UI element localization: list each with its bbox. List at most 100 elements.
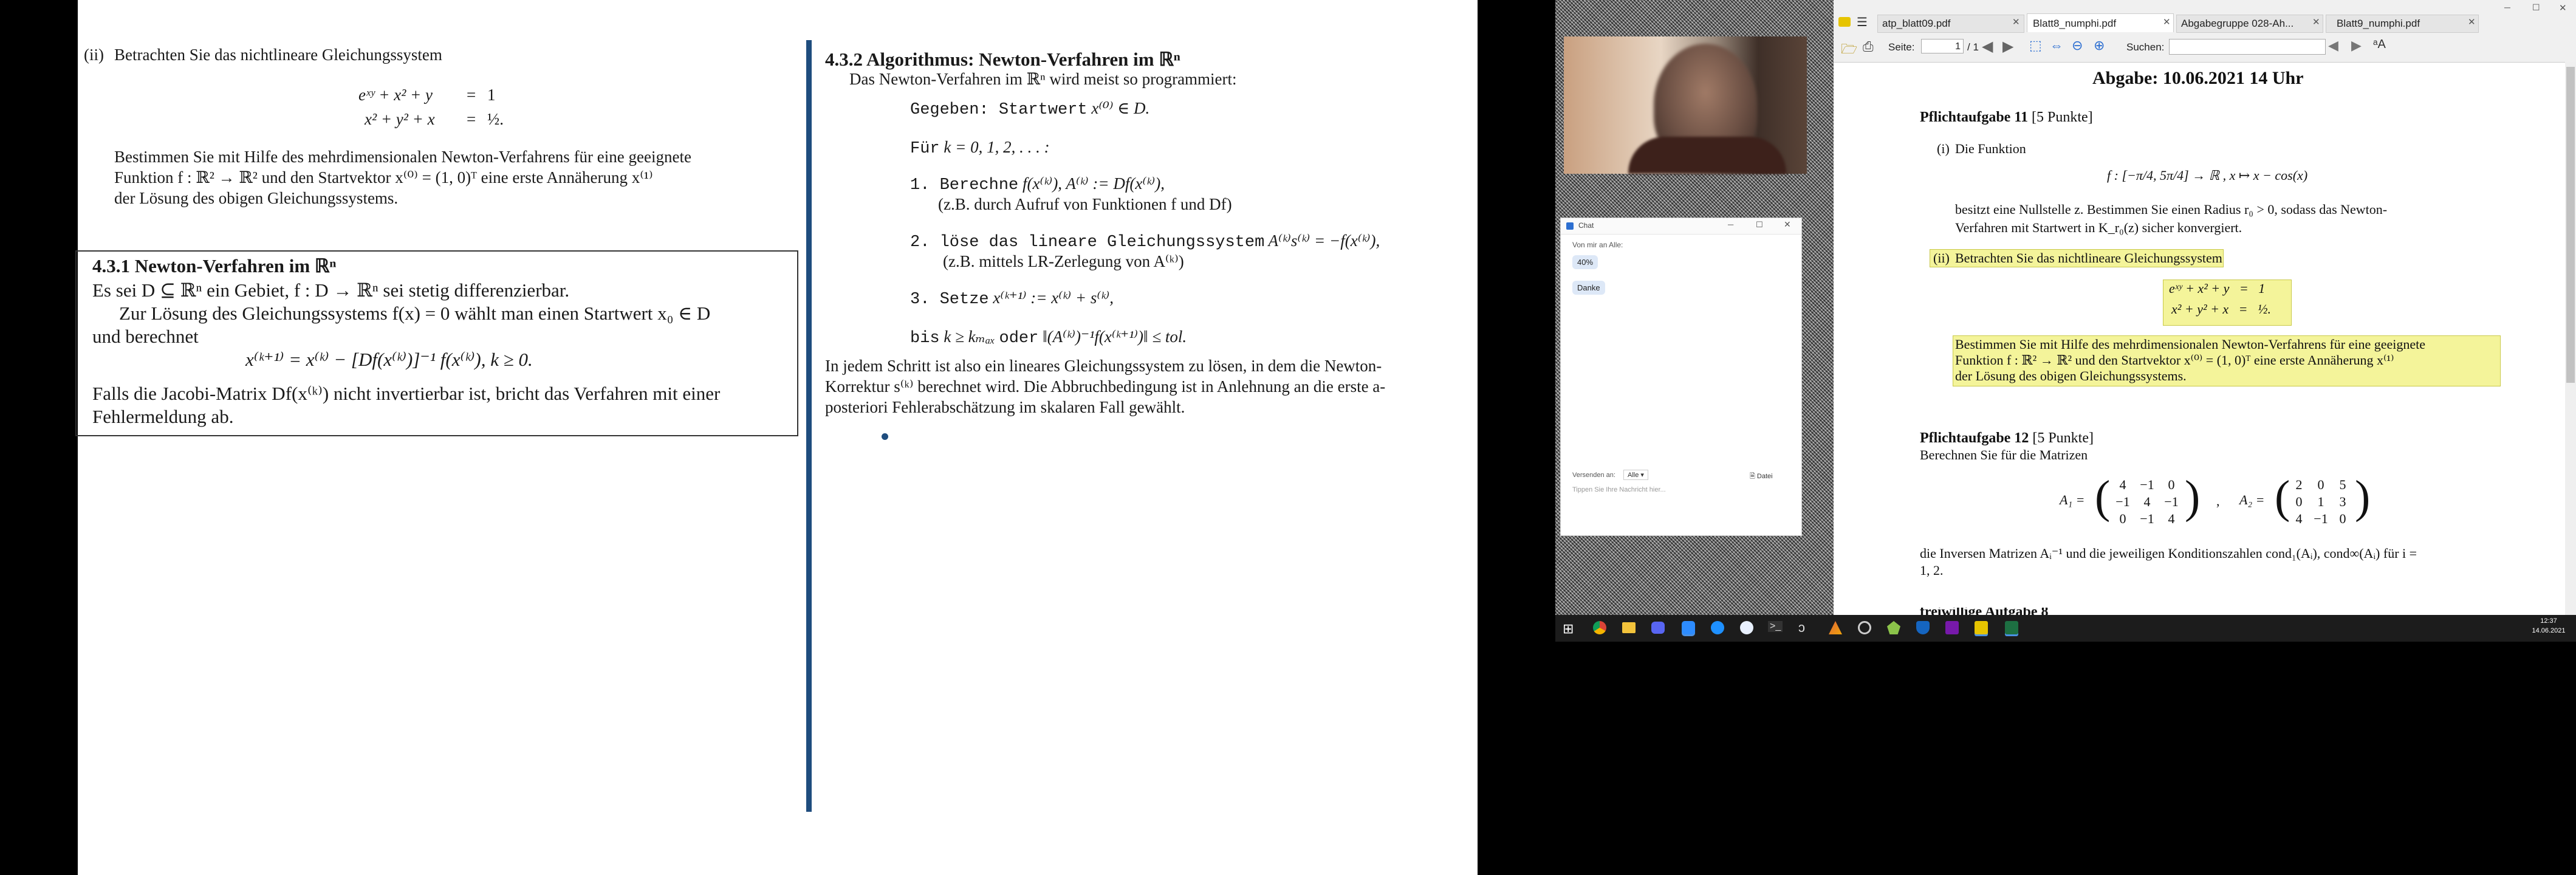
matrix-row: 4 −1 0 [2295,511,2346,526]
task11-ii-label: (ii) [1933,250,1950,266]
onenote-icon[interactable] [1945,621,1959,634]
chat-message-2: Danke [1572,281,1605,295]
task11-i-label: (i) [1937,141,1950,156]
algorithm-paragraph-line3: posteriori Fehlerabschätzung im skalaren… [825,398,1185,416]
pen-cursor-dot [882,433,888,440]
screen-gap [1478,0,1555,875]
prev-page-icon[interactable]: ◀ [1982,38,1993,55]
settings-app-icon[interactable] [1858,621,1871,634]
match-case-icon[interactable]: ᵃA [2373,38,2386,52]
chat-send-to-select[interactable]: Alle ▾ [1623,470,1648,480]
matrix-a2-paren-right: ) [2355,472,2371,523]
tab-label: Abgabegruppe 028-Ah... [2181,18,2294,29]
chevron-down-icon: ▾ [1640,472,1644,479]
tab-label: atp_blatt09.pdf [1882,18,1951,29]
steam-icon[interactable]: ↄ [1798,620,1805,636]
definition-line5: Fehlermeldung ab. [92,406,234,427]
exercise-ii-task-line1: Bestimmen Sie mit Hilfe des mehrdimensio… [114,148,691,166]
tab-close-icon[interactable]: ✕ [2012,16,2020,27]
page-number-input[interactable]: 1 [1921,39,1964,53]
task11-i-text: Die Funktion [1955,141,2026,156]
chat-from-line: Von mir an Alle: [1572,241,1623,249]
task11-eq2: x² + y² + x = ½. [2171,301,2272,317]
zoom-app-icon[interactable] [1682,621,1695,634]
chat-close-button[interactable]: ✕ [1784,219,1791,230]
equation-1-lhs: eˣʸ + x² + y [358,86,433,104]
browser-icon[interactable] [1740,621,1753,634]
chat-message-input[interactable]: Tippen Sie Ihre Nachricht hier... [1572,486,1791,523]
equation-2-rel: = [467,110,476,128]
algorithm-step2-note: (z.B. mittels LR-Zerlegung von A⁽ᵏ⁾) [943,252,1184,270]
fit-width-icon[interactable]: ⇔ [2050,38,2063,53]
security-app-icon[interactable] [1916,621,1930,634]
matrix-row: −1 4 −1 [2115,494,2179,509]
matrix-a1-label: A₁ = [2060,492,2085,507]
definition-line1: Es sei D ⊆ ℝⁿ ein Gebiet, f : D → ℝⁿ sei… [92,280,570,301]
taskbar-time[interactable]: 12:37 [2527,617,2570,625]
terminal-icon[interactable]: >_ [1768,621,1783,632]
matrix-row: 013 [2295,494,2346,509]
optional-task-title: freiwillige Aufgabe 8 [1920,608,2049,615]
open-file-icon[interactable]: 🗁 [1841,39,1857,62]
zoom-in-icon[interactable]: ⊕ [2094,38,2105,53]
next-page-icon[interactable]: ▶ [2002,38,2013,55]
search-prev-icon[interactable]: ◀ [2328,38,2338,53]
tab-close-icon[interactable]: ✕ [2468,16,2476,27]
search-label: Suchen: [2126,41,2165,53]
algorithm-paragraph-line2: Korrektur s⁽ᵏ⁾ berechnet wird. Die Abbru… [825,377,1386,396]
algorithm-intro: Das Newton-Verfahren im ℝⁿ wird meist so… [849,70,1237,88]
algorithm-step1-note: (z.B. durch Aufruf von Funktionen f und … [938,195,1232,213]
menu-icon[interactable]: ☰ [1857,15,1868,30]
chat-title: Chat [1578,221,1594,230]
algorithm-step3: 3. Setze x⁽ᵏ⁺¹⁾ := x⁽ᵏ⁾ + s⁽ᵏ⁾, [910,289,1114,309]
search-next-icon[interactable]: ▶ [2351,38,2362,53]
taskbar-date[interactable]: 14.06.2021 [2527,627,2570,634]
explorer-icon[interactable] [1622,622,1636,633]
matrix-row: 0 −1 4 [2119,511,2175,526]
definition-line3: und berechnet [92,326,199,347]
pdf-reader-taskbar-icon[interactable] [1975,621,1988,634]
chat-file-button[interactable]: 🗎 Datei [1750,471,1773,482]
chat-app-icon [1566,222,1574,230]
chat-titlebar [1561,218,1801,235]
tab-close-icon[interactable]: ✕ [2163,16,2171,27]
window-minimize-button[interactable]: ─ [2504,2,2510,12]
matrix-a1: 4 −1 0 −1 4 −1 0 −1 4 [2111,476,2184,527]
task12-title: Pflichtaufgabe 12 [5 Punkte] [1920,430,2094,446]
doc-clip: freiwillige Aufgabe 8 [1834,608,2565,615]
matrix-a2-label: A₂ = [2239,492,2265,507]
windows-start-icon[interactable]: ⊞ [1563,621,1574,637]
windows-taskbar [1555,615,2576,642]
chat-maximize-button[interactable]: ☐ [1756,220,1763,230]
fit-page-icon[interactable]: ⬚ [2029,38,2042,53]
task11-function: f : [−π/4, 5π/4] → ℝ , x ↦ x − cos(x) [2107,168,2308,183]
doc-due-date: Abgabe: 10.06.2021 14 Uhr [2092,68,2304,88]
lecture-page [78,0,1478,875]
window-close-button[interactable]: ✕ [2559,2,2567,13]
zoom-out-icon[interactable]: ⊖ [2072,38,2083,53]
task12-task-line1: die Inversen Matrizen Aᵢ⁻¹ und die jewei… [1920,546,2417,561]
algorithm-until: bis k ≥ kₘₐₓ oder ‖(A⁽ᵏ⁾)⁻¹f(x⁽ᵏ⁺¹⁾)‖ ≤ … [910,328,1187,348]
task11-i-task-line2: Verfahren mit Startwert in K_r₀(z) siche… [1955,220,2242,235]
discord-icon[interactable] [1651,622,1665,634]
matrix-a1-paren-right: ) [2185,472,2201,523]
search-input[interactable] [2169,39,2326,55]
chrome-icon[interactable] [1593,621,1606,634]
matrix-a2: 205 013 4 −1 0 [2288,476,2354,527]
task11-ii-task-line3: der Lösung des obigen Gleichungssystems. [1955,368,2187,383]
tab-close-icon[interactable]: ✕ [2312,16,2320,27]
task11-eq1: eˣʸ + x² + y = 1 [2169,281,2266,296]
excel-icon[interactable] [2005,621,2018,634]
chat-minimize-button[interactable]: ─ [1728,220,1733,229]
newton-formula: x⁽ᵏ⁺¹⁾ = x⁽ᵏ⁾ − [Df(x⁽ᵏ⁾)]⁻¹ f(x⁽ᵏ⁾), k … [245,349,533,370]
equation-2-lhs: x² + y² + x [365,110,435,128]
print-icon[interactable]: ⎙ [1863,39,1874,55]
task11-i-task-line1: besitzt eine Nullstelle z. Bestimmen Sie… [1955,202,2388,217]
calculator-icon[interactable] [1711,621,1724,634]
task12-task-line2: 1, 2. [1920,563,1944,578]
window-maximize-button[interactable]: ☐ [2532,2,2540,13]
chat-send-to-label: Versenden an: [1572,472,1615,479]
equation-1-rel: = [467,86,476,104]
algorithm-given: Gegeben: Startwert x⁽⁰⁾ ∈ D. [910,99,1150,119]
pdf-scrollbar-thumb[interactable] [2566,67,2575,383]
